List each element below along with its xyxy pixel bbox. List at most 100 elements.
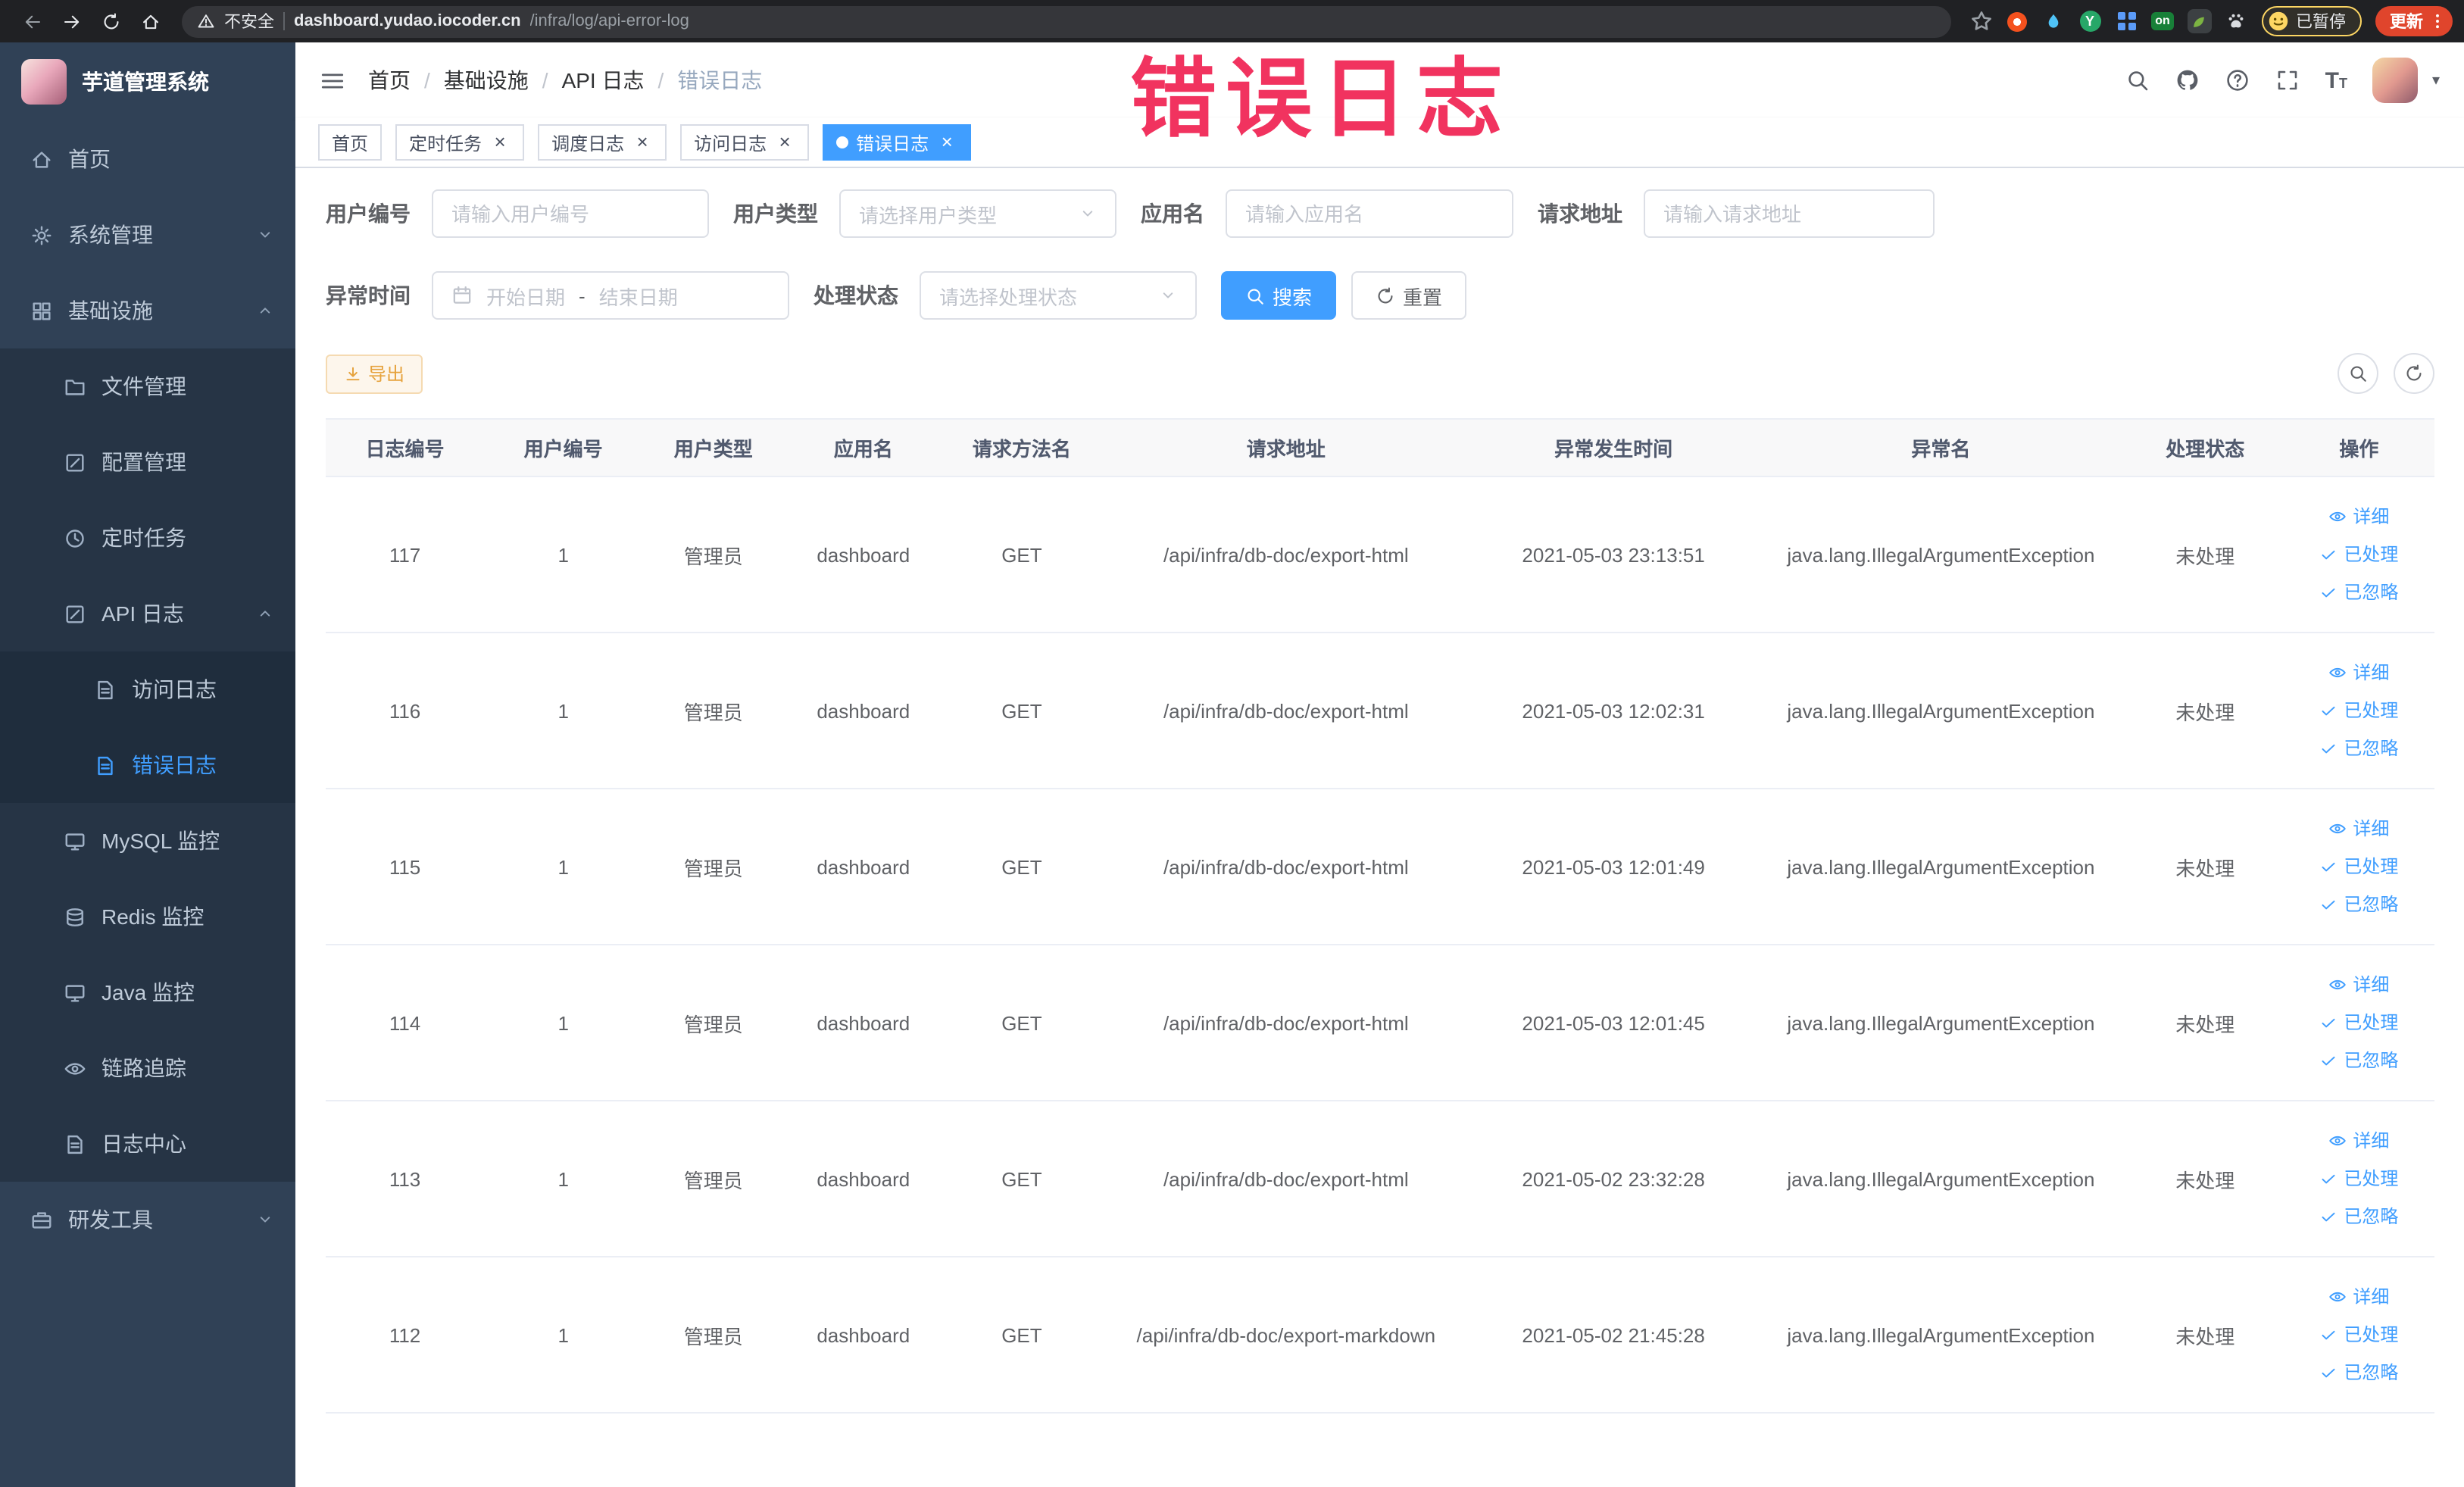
fullscreen-icon[interactable] xyxy=(2275,68,2300,92)
ignored-link[interactable]: 已忽略 xyxy=(2291,1354,2428,1392)
processed-link[interactable]: 已处理 xyxy=(2291,1004,2428,1042)
processed-link[interactable]: 已处理 xyxy=(2291,536,2428,573)
tab-item-4[interactable]: 错误日志 × xyxy=(823,124,972,161)
ignored-link[interactable]: 已忽略 xyxy=(2291,573,2428,611)
processed-link[interactable]: 已处理 xyxy=(2291,1160,2428,1198)
search-button[interactable]: 搜索 xyxy=(1221,271,1337,320)
table-row: 115 1 管理员 dashboard GET/api/infra/db-doc/exp… xyxy=(326,789,2434,945)
sidebar-item-label: 配置管理 xyxy=(101,450,186,474)
sidebar-item-label: 系统管理 xyxy=(68,223,153,247)
cell-actions: 详细 已处理 已忽略 xyxy=(2284,1257,2434,1414)
user-avatar[interactable] xyxy=(2372,58,2419,103)
action-label: 已处理 xyxy=(2344,855,2399,876)
sidebar-item-1[interactable]: 系统管理 xyxy=(0,197,295,273)
extension-icon-paw[interactable] xyxy=(2222,8,2249,35)
kebab-menu-icon[interactable] xyxy=(2428,12,2446,30)
avatar-caret-down-icon[interactable]: ▾ xyxy=(2432,72,2440,89)
sidebar-item-14[interactable]: 研发工具 xyxy=(0,1182,295,1257)
browser-update-button[interactable]: 更新 xyxy=(2375,6,2452,36)
folder-icon xyxy=(64,375,86,398)
tab-close-icon[interactable]: × xyxy=(632,132,653,153)
extension-icon-grid[interactable] xyxy=(2113,8,2140,35)
bookmark-star-icon[interactable] xyxy=(1969,9,1993,33)
detail-link[interactable]: 详细 xyxy=(2291,1278,2428,1316)
extension-icon-leaf[interactable] xyxy=(2185,8,2213,35)
toggle-search-button[interactable] xyxy=(2337,353,2378,394)
breadcrumb-separator: / xyxy=(424,68,430,92)
sidebar-item-6[interactable]: API 日志 xyxy=(0,576,295,651)
help-icon[interactable] xyxy=(2225,68,2250,92)
sidebar-item-9[interactable]: MySQL 监控 xyxy=(0,803,295,879)
detail-link[interactable]: 详细 xyxy=(2291,810,2428,848)
font-size-icon[interactable]: TT xyxy=(2325,69,2347,92)
tab-item-0[interactable]: 首页 xyxy=(318,124,383,161)
sidebar-item-2[interactable]: 基础设施 xyxy=(0,273,295,348)
refresh-table-button[interactable] xyxy=(2393,353,2434,394)
browser-back-button[interactable] xyxy=(15,5,48,38)
tab-item-3[interactable]: 访问日志 × xyxy=(680,124,810,161)
breadcrumb-item[interactable]: API 日志 xyxy=(562,65,645,95)
sidebar-item-3[interactable]: 文件管理 xyxy=(0,348,295,424)
search-icon xyxy=(1245,286,1265,305)
reset-button[interactable]: 重置 xyxy=(1351,271,1467,320)
detail-link[interactable]: 详细 xyxy=(2291,498,2428,536)
tab-close-icon[interactable]: × xyxy=(774,132,795,153)
cell-time: 2021-05-03 12:02:31 xyxy=(1471,633,1757,789)
detail-link[interactable]: 详细 xyxy=(2291,966,2428,1004)
detail-link-icon xyxy=(2328,976,2347,994)
sidebar-item-label: API 日志 xyxy=(101,601,184,626)
github-icon[interactable] xyxy=(2175,68,2200,92)
breadcrumb-separator: / xyxy=(542,68,548,92)
sidebar-item-12[interactable]: 链路追踪 xyxy=(0,1030,295,1106)
sidebar-item-5[interactable]: 定时任务 xyxy=(0,500,295,576)
ignored-link[interactable]: 已忽略 xyxy=(2291,886,2428,923)
sidebar-collapse-icon[interactable] xyxy=(320,67,345,93)
extension-icon-orange[interactable] xyxy=(2003,8,2031,35)
ignored-link[interactable]: 已忽略 xyxy=(2291,1042,2428,1079)
processed-link[interactable]: 已处理 xyxy=(2291,848,2428,886)
sidebar-item-11[interactable]: Java 监控 xyxy=(0,954,295,1030)
profile-chip-sync-paused[interactable]: 已暂停 xyxy=(2261,6,2361,36)
cell-user_id: 1 xyxy=(484,476,643,633)
exception-time-range-picker[interactable]: 开始日期 - 结束日期 xyxy=(432,271,789,320)
user-id-input[interactable] xyxy=(432,189,709,238)
action-label: 详细 xyxy=(2353,505,2390,526)
breadcrumb-item[interactable]: 首页 xyxy=(368,65,411,95)
app-name-input[interactable] xyxy=(1226,189,1513,238)
error-log-table: 日志编号 用户编号 用户类型 应用名 请求方法名 请求地址 异常发生时间 异常名 处理状态 操作 … xyxy=(326,418,2434,1414)
process-status-select[interactable]: 请选择处理状态 xyxy=(920,271,1197,320)
cell-actions: 详细已处理 已忽略 xyxy=(2284,476,2434,633)
extension-icon-on-badge[interactable]: on xyxy=(2149,8,2176,35)
ignored-link[interactable]: 已忽略 xyxy=(2291,1198,2428,1236)
browser-forward-button[interactable] xyxy=(55,5,88,38)
address-bar[interactable]: 不安全 dashboard.yudao.iocoder.cn /infra/lo… xyxy=(182,5,1950,37)
request-url-input[interactable] xyxy=(1644,189,1935,238)
tab-item-1[interactable]: 定时任务 × xyxy=(395,124,525,161)
browser-reload-button[interactable] xyxy=(94,5,127,38)
ignored-link[interactable]: 已忽略 xyxy=(2291,729,2428,767)
detail-link[interactable]: 详细 xyxy=(2291,654,2428,692)
sidebar-item-10[interactable]: Redis 监控 xyxy=(0,879,295,954)
sidebar-item-4[interactable]: 配置管理 xyxy=(0,424,295,500)
ignored-link-icon xyxy=(2319,739,2338,758)
cell-user_id: 1 xyxy=(484,633,643,789)
search-icon xyxy=(2347,364,2367,383)
extension-icon-y[interactable]: Y xyxy=(2076,8,2103,35)
cell-exception: java.lang.IllegalArgumentException xyxy=(1756,789,2126,945)
tab-close-icon[interactable]: × xyxy=(936,132,957,153)
sidebar-item-0[interactable]: 首页 xyxy=(0,121,295,197)
export-button[interactable]: 导出 xyxy=(326,354,423,393)
sidebar-item-7[interactable]: 访问日志 xyxy=(0,651,295,727)
browser-home-button[interactable] xyxy=(133,5,167,38)
sidebar-item-8[interactable]: 错误日志 xyxy=(0,727,295,803)
tab-item-2[interactable]: 调度日志 × xyxy=(538,124,667,161)
search-icon[interactable] xyxy=(2125,68,2150,92)
tab-close-icon[interactable]: × xyxy=(489,132,511,153)
breadcrumb-item[interactable]: 基础设施 xyxy=(444,65,529,95)
processed-link[interactable]: 已处理 xyxy=(2291,1316,2428,1354)
detail-link[interactable]: 详细 xyxy=(2291,1122,2428,1160)
processed-link[interactable]: 已处理 xyxy=(2291,692,2428,729)
user-type-select[interactable]: 请选择用户类型 xyxy=(839,189,1116,238)
extension-icon-drop[interactable] xyxy=(2040,8,2067,35)
sidebar-item-13[interactable]: 日志中心 xyxy=(0,1106,295,1182)
